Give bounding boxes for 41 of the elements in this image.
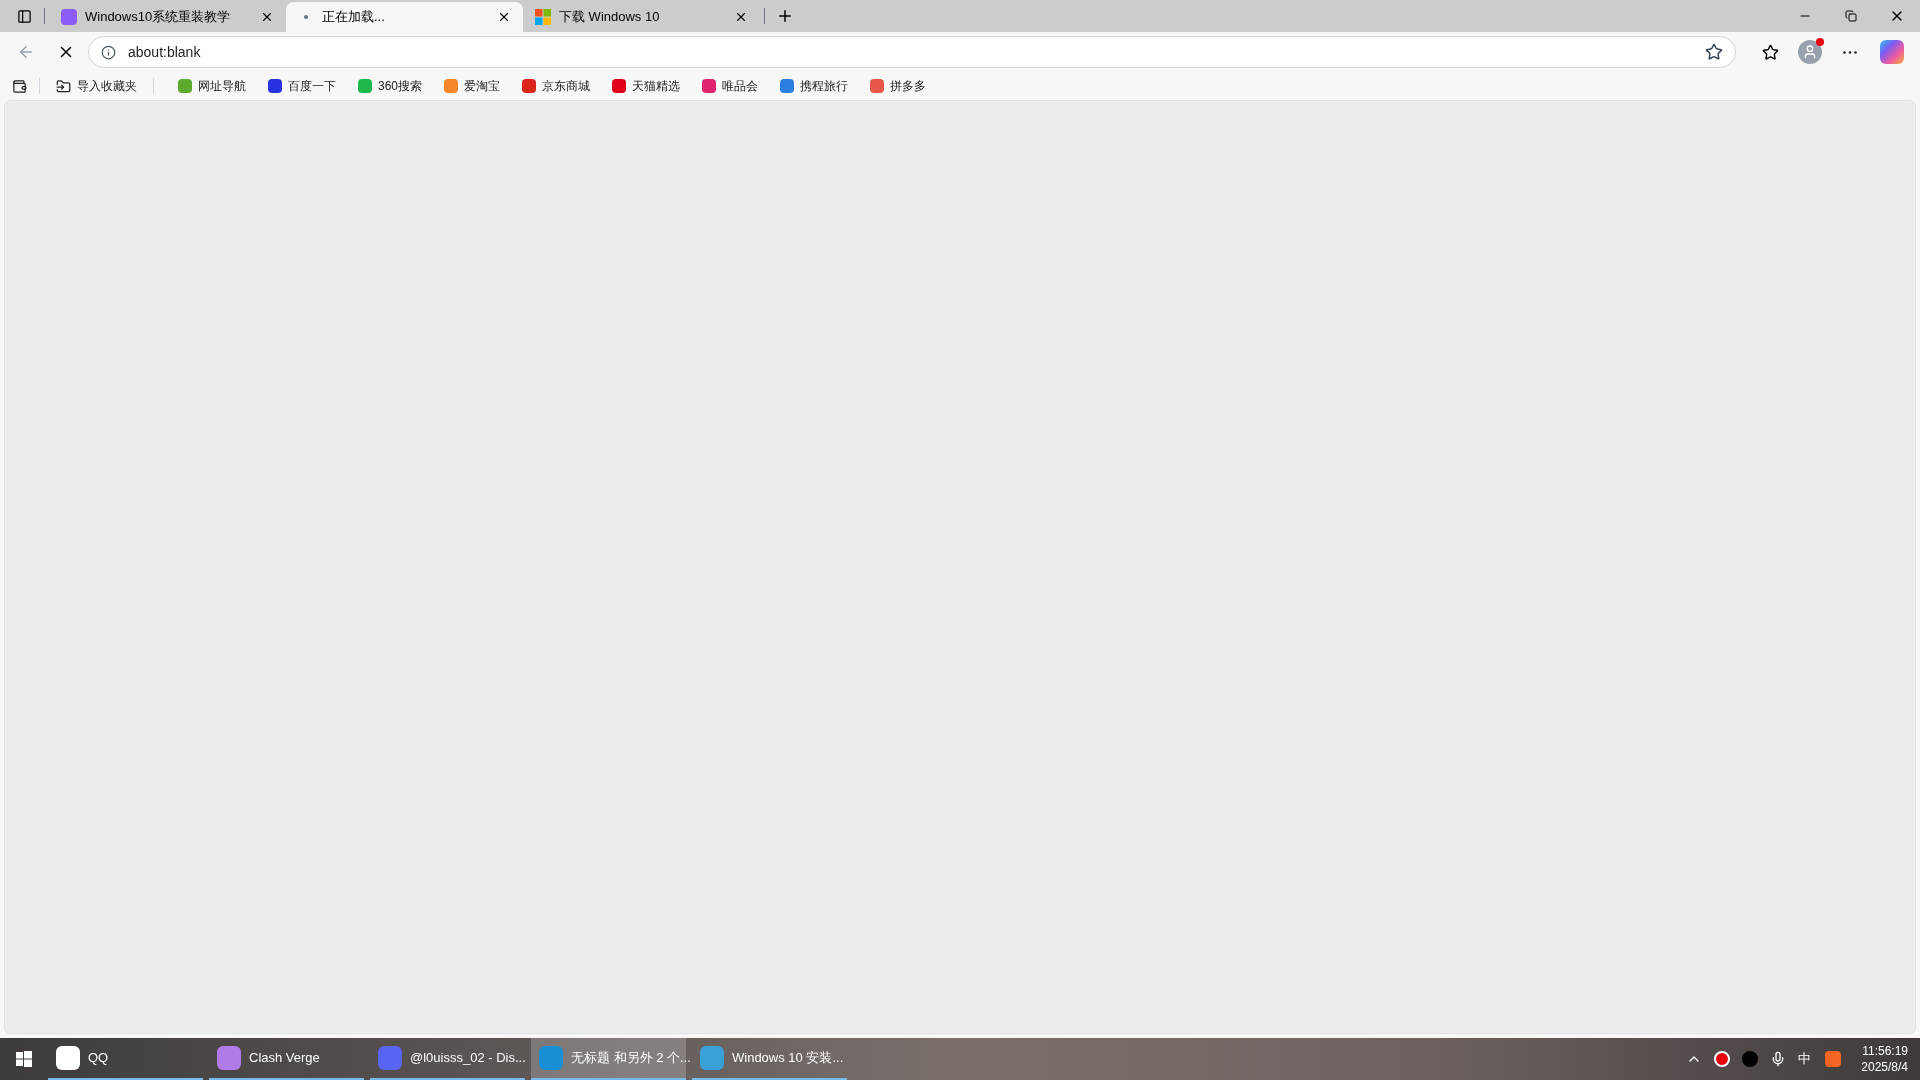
favorites-star-icon: [1761, 43, 1779, 61]
plus-icon: [776, 7, 794, 25]
close-tab-icon[interactable]: [260, 10, 274, 24]
favorite-star-icon[interactable]: [1705, 43, 1723, 61]
close-tab-icon[interactable]: [734, 10, 748, 24]
bookmark-item[interactable]: 百度一下: [264, 77, 340, 95]
tab-title: Windows10系统重装教学: [85, 8, 232, 27]
browser-tab[interactable]: Windows10系统重装教学: [49, 2, 286, 32]
input-method-logo-icon[interactable]: [1825, 1051, 1842, 1067]
tab-title: 正在加载...: [322, 8, 386, 27]
close-tab-icon[interactable]: [497, 10, 511, 24]
bookmark-item[interactable]: 爱淘宝: [440, 77, 505, 95]
avatar-silhouette-icon: [1798, 40, 1822, 64]
more-icon: [1843, 50, 1857, 54]
url-text: about:blank: [128, 42, 202, 62]
windows-logo-icon: [16, 1051, 32, 1067]
browser-tab[interactable]: 正在加载...: [286, 2, 523, 32]
taskbar-app-button[interactable]: @l0uisss_02 - Dis...: [370, 1038, 525, 1080]
taskbar-app-button[interactable]: Clash Verge: [209, 1038, 364, 1080]
bookmark-item[interactable]: 导入收藏夹: [52, 77, 141, 95]
clock[interactable]: 11:56:19 2025/8/4: [1849, 1043, 1920, 1075]
bookmark-item[interactable]: 唯品会: [698, 77, 763, 95]
bookmark-item[interactable]: 360搜索: [354, 77, 427, 95]
address-bar[interactable]: about:blank: [88, 36, 1736, 68]
site-info-icon[interactable]: [101, 44, 116, 60]
record-icon[interactable]: [1714, 1051, 1731, 1067]
windows-logo-icon: [535, 9, 551, 25]
restore-icon: [1845, 10, 1857, 22]
bookmark-item[interactable]: 拼多多: [866, 77, 931, 95]
bookmark-item[interactable]: 天猫精选: [608, 77, 685, 95]
taskbar-app-button[interactable]: Windows 10 安装...: [692, 1038, 847, 1080]
taskbar-app-button[interactable]: QQ: [48, 1038, 203, 1080]
sidebar-panel-icon: [16, 8, 32, 24]
bookmark-item[interactable]: 网址导航: [174, 77, 250, 95]
tab-title: 下载 Windows 10: [559, 8, 661, 27]
import-folder-icon: [56, 78, 71, 94]
input-method-indicator[interactable]: 中: [1798, 1049, 1812, 1069]
bookmark-item[interactable]: 携程旅行: [776, 77, 853, 95]
browser-tab[interactable]: 下载 Windows 10: [523, 2, 760, 32]
bookmark-item[interactable]: 京东商城: [518, 77, 595, 95]
wallet-icon[interactable]: [12, 78, 27, 94]
